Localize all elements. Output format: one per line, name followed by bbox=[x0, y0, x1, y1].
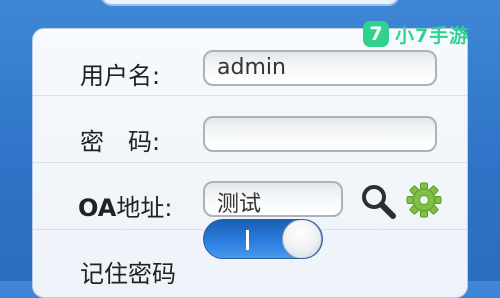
watermark-text: 小7手游 bbox=[395, 24, 470, 47]
toggle-on-indicator bbox=[246, 230, 249, 250]
search-icon[interactable] bbox=[358, 181, 398, 221]
oa-address-label: OA地址: bbox=[78, 188, 172, 223]
oa-label-suffix: 地址: bbox=[116, 194, 173, 222]
gear-icon[interactable] bbox=[406, 182, 442, 218]
watermark-badge: 7 bbox=[363, 21, 389, 47]
remember-password-label: 记住密码 bbox=[80, 260, 176, 288]
username-label: 用户名: bbox=[80, 62, 161, 90]
password-input[interactable] bbox=[203, 116, 437, 152]
top-panel-edge bbox=[100, 0, 400, 6]
oa-label-prefix: OA bbox=[78, 194, 117, 222]
toggle-knob[interactable] bbox=[282, 220, 322, 258]
oa-address-input[interactable]: 测试 bbox=[203, 181, 343, 217]
password-label: 密 码: bbox=[80, 128, 161, 156]
remember-password-toggle[interactable] bbox=[203, 219, 323, 259]
watermark-logo: 7 小7手游 bbox=[363, 19, 469, 49]
username-input[interactable]: admin bbox=[203, 50, 437, 86]
